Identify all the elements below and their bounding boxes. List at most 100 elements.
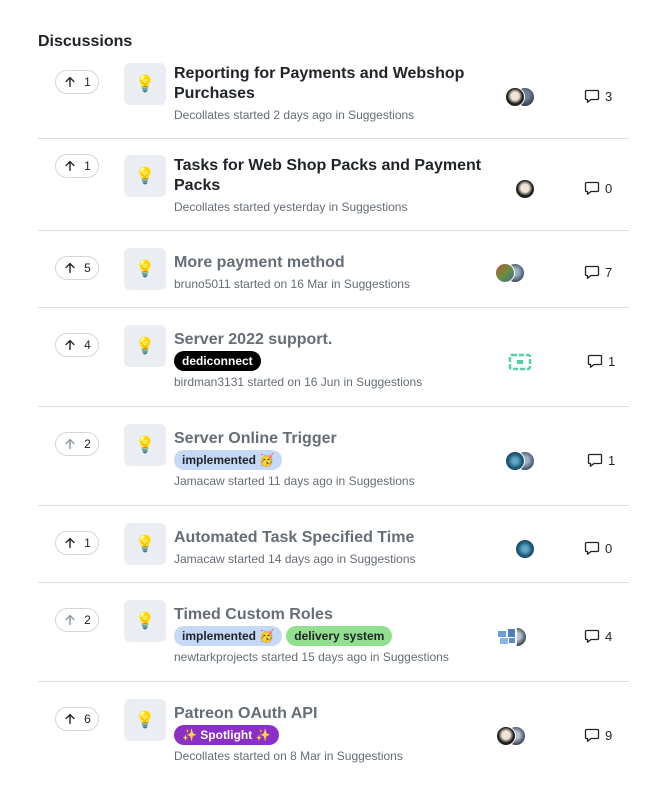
category-emoji[interactable]: 💡 bbox=[124, 600, 166, 642]
avatar[interactable] bbox=[506, 352, 534, 372]
discussion-title[interactable]: Timed Custom Roles bbox=[174, 605, 504, 625]
title-line: Purchases bbox=[174, 85, 255, 102]
upvote-button[interactable]: 1 bbox=[55, 70, 99, 94]
category-link[interactable]: Suggestions bbox=[383, 650, 449, 664]
label-implemented[interactable]: implemented 🥳 bbox=[174, 626, 283, 646]
upvote-button[interactable]: 6 bbox=[55, 707, 99, 731]
started-text: started 11 days ago in bbox=[228, 474, 346, 488]
upvote-button[interactable]: 5 bbox=[55, 256, 99, 280]
comments-link[interactable]: 4 bbox=[584, 628, 612, 644]
author-link[interactable]: Decollates bbox=[174, 108, 230, 122]
category-link[interactable]: Suggestions bbox=[348, 108, 414, 122]
discussion-row: 2 💡 Timed Custom Roles implemented 🥳 del… bbox=[38, 583, 629, 682]
avatar[interactable] bbox=[495, 263, 515, 283]
author-link[interactable]: bruno5011 bbox=[174, 277, 231, 291]
discussion-row: 4 💡 Server 2022 support. dediconnect bir… bbox=[38, 308, 629, 407]
upvote-button[interactable]: 1 bbox=[55, 531, 99, 555]
discussion-title[interactable]: More payment method bbox=[174, 253, 504, 273]
started-text: started yesterday in bbox=[233, 200, 339, 214]
category-link[interactable]: Suggestions bbox=[344, 277, 410, 291]
upvote-button[interactable]: 1 bbox=[55, 154, 99, 178]
arrow-up-icon bbox=[63, 75, 77, 89]
discussion-list: 1 💡 Reporting for Payments and Webshop Pu… bbox=[38, 56, 629, 781]
comments-link[interactable]: 1 bbox=[587, 353, 615, 369]
upvote-count: 1 bbox=[84, 536, 91, 550]
discussion-title[interactable]: Tasks for Web Shop Packs and Payment Pack… bbox=[174, 156, 504, 196]
category-emoji[interactable]: 💡 bbox=[124, 63, 166, 105]
discussion-row: 5 💡 More payment method bruno5011 starte… bbox=[38, 231, 629, 308]
label-dediconnect[interactable]: dediconnect bbox=[174, 351, 261, 371]
upvote-count: 1 bbox=[84, 75, 91, 89]
comments-link[interactable]: 3 bbox=[584, 88, 612, 104]
avatar[interactable] bbox=[515, 179, 535, 199]
comment-count: 3 bbox=[605, 88, 613, 104]
label-list: implemented 🥳 delivery system bbox=[174, 626, 504, 646]
label-delivery-system[interactable]: delivery system bbox=[286, 626, 393, 646]
comment-count: 0 bbox=[605, 540, 613, 556]
comment-icon bbox=[584, 629, 600, 643]
label-list: ✨ Spotlight ✨ bbox=[174, 725, 504, 745]
lightbulb-icon: 💡 bbox=[135, 536, 155, 553]
comments-link[interactable]: 0 bbox=[584, 180, 612, 196]
category-link[interactable]: Suggestions bbox=[349, 552, 415, 566]
discussion-row: 6 💡 Patreon OAuth API ✨ Spotlight ✨ Deco… bbox=[38, 682, 629, 781]
discussion-row: 1 💡 Reporting for Payments and Webshop Pu… bbox=[38, 56, 629, 139]
label-list: dediconnect bbox=[174, 351, 504, 371]
discussion-title[interactable]: Server 2022 support. bbox=[174, 330, 504, 350]
label-list: implemented 🥳 bbox=[174, 450, 504, 470]
category-link[interactable]: Suggestions bbox=[337, 749, 403, 763]
comments-link[interactable]: 1 bbox=[587, 452, 615, 468]
category-link[interactable]: Suggestions bbox=[356, 375, 422, 389]
label-implemented[interactable]: implemented 🥳 bbox=[174, 450, 283, 470]
author-link[interactable]: Jamacaw bbox=[174, 474, 225, 488]
comment-icon bbox=[584, 728, 600, 742]
discussion-title[interactable]: Automated Task Specified Time bbox=[174, 528, 504, 548]
avatar[interactable] bbox=[496, 726, 516, 746]
author-link[interactable]: Decollates bbox=[174, 200, 230, 214]
category-emoji[interactable]: 💡 bbox=[124, 248, 166, 290]
comments-link[interactable]: 7 bbox=[584, 264, 612, 280]
discussions-heading: Discussions bbox=[38, 33, 133, 50]
label-spotlight[interactable]: ✨ Spotlight ✨ bbox=[174, 725, 279, 745]
avatar[interactable] bbox=[505, 87, 525, 107]
arrow-up-icon bbox=[63, 613, 77, 627]
category-emoji[interactable]: 💡 bbox=[124, 155, 166, 197]
discussion-title[interactable]: Server Online Trigger bbox=[174, 429, 504, 449]
comment-count: 9 bbox=[605, 727, 613, 743]
started-text: started 15 days ago in bbox=[261, 650, 380, 664]
title-line: Packs bbox=[174, 177, 221, 194]
participants bbox=[495, 263, 527, 283]
started-text: started on 16 Jun in bbox=[247, 375, 353, 389]
comment-icon bbox=[584, 541, 600, 555]
author-link[interactable]: Decollates bbox=[174, 749, 230, 763]
arrow-up-icon bbox=[63, 338, 77, 352]
comments-link[interactable]: 0 bbox=[584, 540, 612, 556]
category-link[interactable]: Suggestions bbox=[341, 200, 407, 214]
avatar[interactable] bbox=[515, 539, 535, 559]
avatar[interactable] bbox=[497, 627, 517, 647]
upvote-button[interactable]: 2 bbox=[55, 608, 99, 632]
upvote-button[interactable]: 4 bbox=[55, 333, 99, 357]
arrow-up-icon bbox=[63, 437, 77, 451]
arrow-up-icon bbox=[63, 536, 77, 550]
category-emoji[interactable]: 💡 bbox=[124, 699, 166, 741]
upvote-count: 2 bbox=[84, 437, 91, 451]
comments-link[interactable]: 9 bbox=[584, 727, 612, 743]
discussion-title[interactable]: Reporting for Payments and Webshop Purcha… bbox=[174, 64, 504, 104]
category-link[interactable]: Suggestions bbox=[349, 474, 415, 488]
lightbulb-icon: 💡 bbox=[135, 76, 155, 93]
category-emoji[interactable]: 💡 bbox=[124, 325, 166, 367]
upvote-button[interactable]: 2 bbox=[55, 432, 99, 456]
discussion-title[interactable]: Patreon OAuth API bbox=[174, 704, 504, 724]
comment-count: 1 bbox=[608, 353, 616, 369]
category-emoji[interactable]: 💡 bbox=[124, 424, 166, 466]
category-emoji[interactable]: 💡 bbox=[124, 523, 166, 565]
author-link[interactable]: Jamacaw bbox=[174, 552, 225, 566]
discussion-meta: bruno5011 started on 16 Mar in Suggestio… bbox=[174, 275, 504, 293]
participants bbox=[497, 627, 529, 647]
discussion-row: 1 💡 Tasks for Web Shop Packs and Payment… bbox=[38, 139, 629, 231]
avatar[interactable] bbox=[505, 451, 525, 471]
comment-count: 4 bbox=[605, 628, 613, 644]
author-link[interactable]: newtarkprojects bbox=[174, 650, 258, 664]
author-link[interactable]: birdman3131 bbox=[174, 375, 244, 389]
